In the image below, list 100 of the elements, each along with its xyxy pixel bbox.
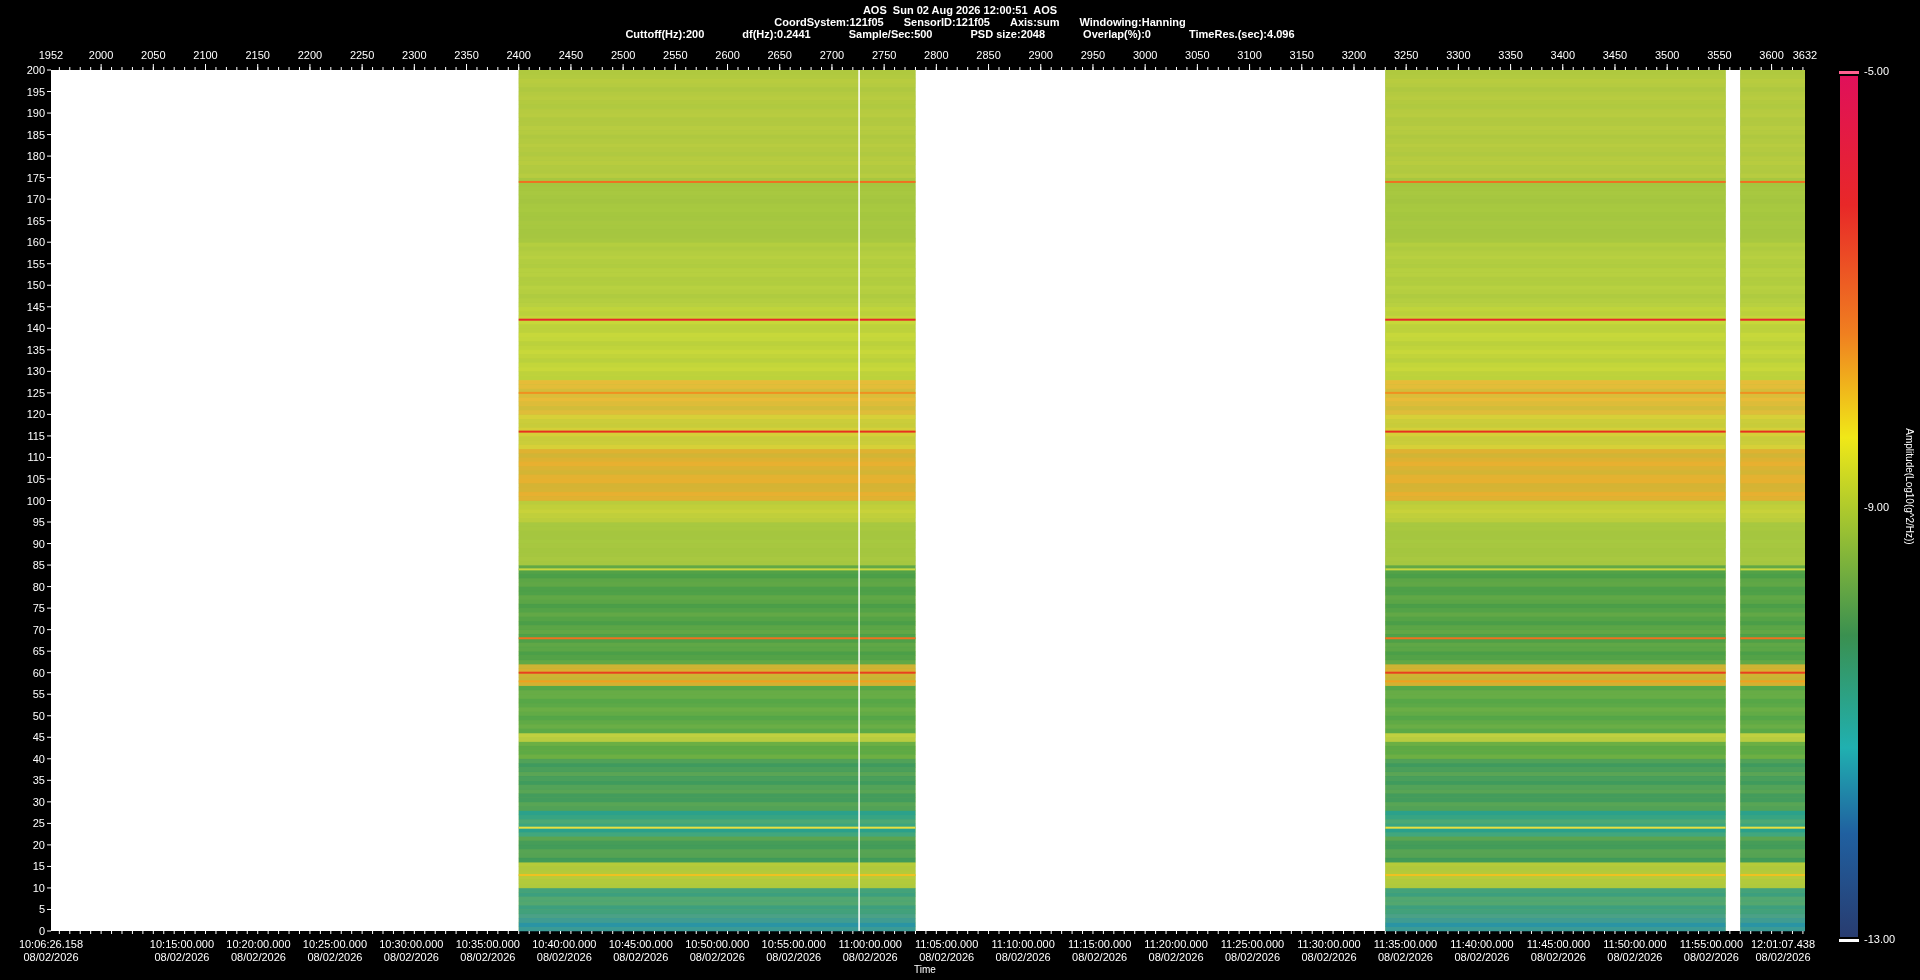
axis-tick-label: 170 (26, 193, 45, 206)
date-tick-label: 08/02/2026 (766, 951, 822, 963)
axis-tick-label: 45 (32, 731, 45, 744)
date-tick-label: 08/02/2026 (383, 951, 439, 963)
chart-parameter: Windowing:Hanning (1079, 16, 1186, 28)
axis-tick-label: 3400 (1550, 49, 1575, 61)
date-tick-label: 08/02/2026 (1530, 951, 1586, 963)
time-tick-label: 12:01:07.438 (1750, 938, 1816, 950)
date-tick-label: 08/02/2026 (230, 951, 286, 963)
chart-parameter: TimeRes.(sec):4.096 (1188, 28, 1295, 40)
axis-tick-label: 2450 (558, 49, 584, 61)
axis-tick-label: 10 (32, 881, 45, 894)
axis-tick-label: 140 (26, 322, 45, 335)
axis-tick-label: 185 (26, 128, 45, 141)
axis-tick-label: 3632 (1792, 49, 1818, 61)
max-marker (1839, 71, 1859, 74)
time-tick-label: 10:35:00.000 (455, 938, 520, 950)
axis-tick-label: 180 (26, 150, 45, 163)
axis-tick-label: 200 (26, 64, 45, 76)
axis-tick-label: 5 (38, 903, 45, 916)
axis-tick-label: 175 (26, 171, 45, 184)
axis-tick-label: 195 (26, 85, 45, 98)
chart-parameter: Cuttoff(Hz):200 (625, 28, 705, 40)
axis-tick-label: 2000 (88, 49, 114, 61)
axis-tick-label: 0 (38, 925, 45, 937)
axis-tick-label: 120 (26, 408, 45, 421)
time-tick-label: 10:25:00.000 (302, 938, 368, 950)
axis-tick-label: 3500 (1654, 49, 1680, 61)
date-tick-label: 08/02/2026 (23, 951, 79, 963)
time-tick-label: 11:45:00.000 (1526, 938, 1591, 950)
date-tick-label: 08/02/2026 (1377, 951, 1433, 963)
date-tick-label: 08/02/2026 (842, 951, 898, 963)
date-tick-label: 08/02/2026 (460, 951, 516, 963)
chart-title: AOS Sun 02 Aug 2026 12:00:51 AOS (862, 4, 1058, 16)
axis-tick-label: 150 (26, 279, 45, 292)
axis-tick-label: 20 (32, 838, 45, 851)
axis-tick-label: 145 (26, 300, 45, 313)
axis-tick-label: 135 (26, 343, 45, 356)
scale-label: -9.00 (1864, 500, 1890, 513)
date-tick-label: 08/02/2026 (1225, 951, 1281, 963)
axis-tick-label: 115 (27, 429, 45, 442)
axis-tick-label: 3300 (1446, 49, 1471, 61)
axis-tick-label: 2200 (297, 49, 323, 61)
axis-tick-label: 100 (26, 494, 45, 507)
axis-tick-label: 3150 (1289, 49, 1314, 61)
time-tick-label: 11:35:00.000 (1373, 938, 1438, 950)
axis-tick-label: 160 (26, 236, 45, 249)
scale-label: -5.00 (1864, 65, 1890, 77)
axis-tick-label: 60 (32, 666, 45, 679)
time-tick-label: 10:50:00.000 (685, 938, 750, 950)
date-tick-label: 08/02/2026 (1148, 951, 1204, 963)
axis-tick-label: 70 (32, 623, 45, 636)
chart-parameter: Sample/Sec:500 (848, 28, 933, 40)
time-tick-label: 10:15:00.000 (149, 938, 215, 950)
chart-parameter: SensorID:121f05 (903, 16, 990, 28)
axis-tick-label: 2750 (871, 49, 897, 61)
time-tick-label: 11:40:00.000 (1450, 938, 1514, 950)
time-tick-label: 10:40:00.000 (532, 938, 597, 950)
axis-tick-label: 35 (32, 774, 45, 787)
time-tick-label: 11:05:00.000 (914, 938, 979, 950)
date-tick-label: 08/02/2026 (154, 951, 210, 963)
axis-tick-label: 130 (26, 365, 45, 378)
axis-tick-label: 2500 (610, 49, 636, 61)
axis-tick-label: 110 (27, 451, 45, 464)
chart-parameter: Overlap(%):0 (1083, 28, 1151, 40)
axis-tick-label: 80 (32, 580, 45, 593)
date-tick-label: 08/02/2026 (1683, 951, 1739, 963)
axis-tick-label: 2850 (976, 49, 1001, 61)
scale-label: -13.00 (1864, 933, 1896, 945)
date-tick-label: 08/02/2026 (1301, 951, 1357, 963)
axis-tick-label: 2350 (454, 49, 479, 61)
axis-tick-label: 75 (32, 602, 45, 615)
time-tick-label: 10:30:00.000 (379, 938, 444, 950)
axis-tick-label: 3450 (1602, 49, 1628, 61)
axis-tick-label: 3000 (1132, 49, 1158, 61)
date-tick-label: 08/02/2026 (995, 951, 1051, 963)
date-tick-label: 08/02/2026 (613, 951, 669, 963)
axis-tick-label: 2150 (245, 49, 270, 61)
min-marker (1839, 939, 1859, 942)
axis-tick-label: 2900 (1028, 49, 1053, 61)
time-tick-label: 11:10:00.000 (991, 938, 1055, 950)
axis-tick-label: 2800 (924, 49, 949, 61)
time-tick-label: 11:30:00.000 (1297, 938, 1361, 950)
axis-tick-label: 2400 (506, 49, 531, 61)
axis-tick-label: 165 (26, 214, 45, 227)
time-tick-label: 11:00:00.000 (838, 938, 902, 950)
axis-tick-label: 90 (32, 537, 45, 550)
axis-tick-label: 105 (26, 473, 45, 485)
date-tick-label: 08/02/2026 (1072, 951, 1128, 963)
axis-title: Time (914, 964, 936, 975)
time-tick-label: 10:06:26.158 (18, 938, 84, 950)
axis-tick-label: 3050 (1185, 49, 1210, 61)
chart-parameter: CoordSystem:121f05 (774, 16, 884, 28)
axis-tick-label: 2650 (767, 49, 792, 61)
axis-tick-label: 95 (32, 516, 45, 529)
chart-parameter: df(Hz):0.2441 (742, 28, 811, 40)
axis-tick-label: 2950 (1080, 49, 1106, 61)
axis-tick-label: 2300 (402, 49, 427, 61)
axis-tick-label: 85 (32, 559, 45, 572)
date-tick-label: 08/02/2026 (307, 951, 363, 963)
